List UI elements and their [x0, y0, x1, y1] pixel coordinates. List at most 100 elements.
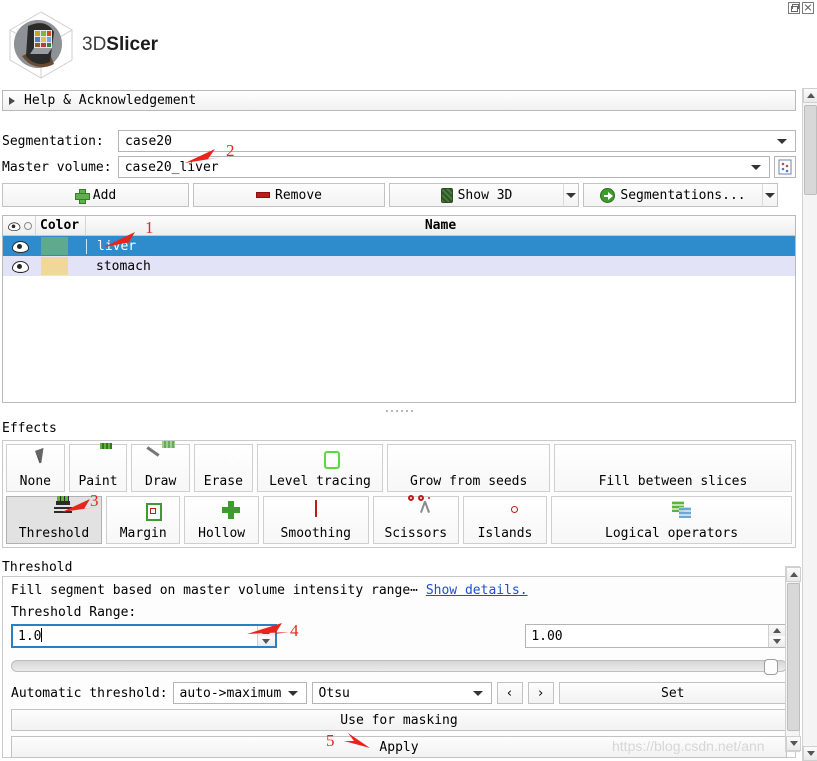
effect-label: Draw — [145, 474, 177, 489]
effect-hollow[interactable]: Hollow — [184, 496, 259, 544]
color-column-header[interactable]: Color — [36, 215, 86, 236]
show-3d-button[interactable]: Show 3D — [389, 183, 563, 207]
logo-text-light: 3D — [82, 34, 107, 55]
name-column-header[interactable]: Name — [86, 216, 795, 236]
slicer-logo-icon — [4, 8, 78, 82]
threshold-panel-scrollbar[interactable] — [785, 566, 801, 752]
master-volume-label: Master volume: — [2, 159, 112, 175]
threshold-min-stepper[interactable] — [256, 626, 275, 646]
table-row[interactable]: stomach — [3, 256, 795, 276]
effect-label: Margin — [119, 526, 167, 541]
segmentation-label: Segmentation: — [2, 133, 104, 149]
triangle-right-icon — [9, 96, 15, 105]
scroll-up-icon[interactable] — [803, 88, 817, 103]
row-color-swatch[interactable] — [36, 236, 86, 256]
threshold-range-slider[interactable] — [11, 659, 787, 675]
threshold-panel: Fill segment based on master volume inte… — [2, 576, 796, 758]
app-title: 3DSlicer — [82, 34, 158, 56]
scrollbar-thumb[interactable] — [804, 105, 817, 195]
segmentations-dropdown[interactable] — [762, 183, 778, 207]
automatic-threshold-row: Automatic threshold: auto->maximum Otsu … — [11, 682, 787, 704]
row-color-swatch[interactable] — [36, 256, 86, 276]
effect-erase[interactable]: Erase — [194, 444, 253, 492]
effect-none[interactable]: None — [6, 444, 65, 492]
effect-label: Logical operators — [605, 526, 739, 541]
threshold-min-spinbox[interactable]: 1.0 — [11, 624, 277, 648]
effect-margin[interactable]: Margin — [105, 496, 181, 544]
effect-label: Threshold — [18, 526, 90, 541]
close-icon[interactable] — [802, 2, 814, 14]
effect-label: None — [19, 474, 51, 489]
next-threshold-button[interactable]: › — [527, 682, 554, 704]
threshold-max-spinbox[interactable]: 1.00 — [525, 624, 787, 648]
segmentations-button[interactable]: Segmentations... — [583, 183, 762, 207]
show-3d-dropdown[interactable] — [563, 183, 579, 207]
use-for-masking-button[interactable]: Use for masking — [11, 709, 787, 731]
scroll-down-icon[interactable] — [803, 746, 817, 761]
effect-level-tracing[interactable]: Level tracing — [256, 444, 384, 492]
effects-panel: None Paint Draw Erase Level tracing Grow… — [2, 440, 796, 548]
cube-3d-icon — [440, 187, 453, 203]
table-row[interactable]: liver — [3, 236, 795, 256]
eye-closed-icon — [24, 221, 32, 230]
apply-button[interactable]: Apply — [11, 736, 787, 758]
stepper-up-icon[interactable] — [257, 626, 275, 636]
set-threshold-button[interactable]: Set — [558, 682, 787, 704]
threshold-range-label: Threshold Range: — [11, 605, 137, 620]
effect-label: Hollow — [198, 526, 246, 541]
threshold-slider-handle[interactable] — [764, 659, 779, 675]
auto-method-combo[interactable]: Otsu — [311, 682, 492, 704]
chevron-down-icon — [472, 690, 483, 696]
threshold-section-label: Threshold — [2, 560, 73, 575]
show-details-link[interactable]: Show details. — [426, 583, 528, 598]
auto-mode-combo[interactable]: auto->maximum — [172, 682, 307, 704]
effect-label: Islands — [477, 526, 533, 541]
effect-draw[interactable]: Draw — [131, 444, 191, 492]
segments-table-header: Color Name — [3, 215, 795, 236]
auto-method-value: Otsu — [318, 685, 350, 701]
panel-splitter[interactable] — [2, 405, 796, 417]
threshold-description-row: Fill segment based on master volume inte… — [11, 583, 787, 598]
row-name[interactable]: liver — [86, 238, 795, 254]
effect-smoothing[interactable]: Smoothing — [262, 496, 369, 544]
effect-label: Fill between slices — [598, 474, 748, 489]
remove-segment-button[interactable]: Remove — [193, 183, 385, 207]
main-vertical-scrollbar[interactable] — [802, 88, 817, 761]
effect-paint[interactable]: Paint — [68, 444, 128, 492]
effect-logical-operators[interactable]: Logical operators — [551, 496, 792, 544]
visibility-column-header[interactable] — [3, 215, 36, 236]
effect-label: Grow from seeds — [409, 474, 528, 489]
master-volume-value: case20_liver — [124, 159, 219, 175]
help-acknowledgement-section[interactable]: Help & Acknowledgement — [2, 90, 796, 111]
previous-threshold-button[interactable]: ‹ — [496, 682, 523, 704]
scroll-down-icon[interactable] — [786, 736, 801, 751]
window-controls — [788, 2, 814, 14]
master-volume-combo[interactable]: case20_liver — [117, 156, 771, 178]
threshold-description: Fill segment based on master volume inte… — [11, 583, 418, 598]
scrollbar-thumb[interactable] — [787, 583, 800, 731]
add-segment-button[interactable]: Add — [2, 183, 189, 207]
volume-window-level-icon[interactable] — [774, 156, 796, 178]
effect-fill-between-slices[interactable]: Fill between slices — [553, 444, 793, 492]
segments-table: Color Name liver stomach — [2, 215, 796, 403]
effect-islands[interactable]: Islands — [462, 496, 548, 544]
threshold-max-value: 1.00 — [531, 628, 563, 644]
row-name[interactable]: stomach — [86, 259, 795, 274]
logo-text-bold: Slicer — [106, 34, 159, 55]
slicer-segment-editor-window: 3DSlicer Help & Acknowledgement Segmenta… — [0, 0, 817, 761]
restore-icon[interactable] — [788, 2, 800, 14]
row-visibility-toggle[interactable] — [3, 241, 36, 253]
add-label: Add — [92, 187, 117, 203]
eye-icon — [12, 241, 29, 253]
stepper-up-icon[interactable] — [768, 625, 786, 636]
row-visibility-toggle[interactable] — [3, 261, 36, 273]
effect-scissors[interactable]: Scissors — [372, 495, 459, 544]
effect-grow-from-seeds[interactable]: Grow from seeds — [387, 444, 550, 492]
effect-threshold[interactable]: Threshold — [6, 496, 102, 544]
scroll-up-icon[interactable] — [786, 567, 801, 582]
automatic-threshold-label: Automatic threshold: — [11, 685, 168, 701]
stepper-down-icon[interactable] — [768, 636, 786, 647]
stepper-down-icon[interactable] — [257, 636, 275, 646]
threshold-max-stepper[interactable] — [767, 625, 786, 647]
segmentation-combo[interactable]: case20 — [118, 130, 796, 152]
